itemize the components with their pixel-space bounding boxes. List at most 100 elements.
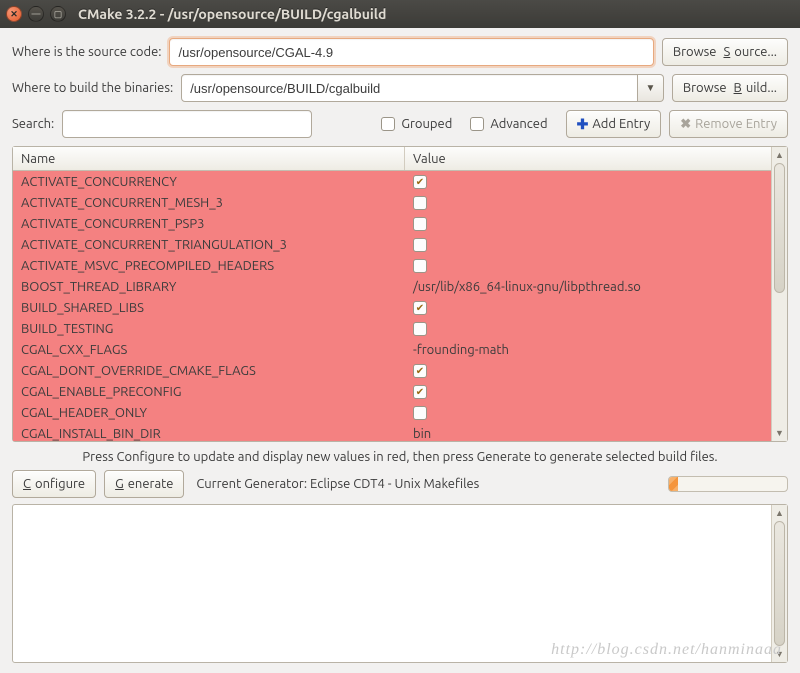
value-checkbox[interactable] [413, 322, 427, 336]
col-value-header[interactable]: Value [405, 147, 771, 170]
cell-name: CGAL_HEADER_ONLY [13, 406, 405, 420]
search-input[interactable] [62, 110, 312, 138]
cell-name: ACTIVATE_CONCURRENT_MESH_3 [13, 196, 405, 210]
progress-fill [669, 477, 678, 491]
table-scrollbar[interactable]: ▲ ▼ [771, 147, 787, 441]
cell-value[interactable]: bin [405, 427, 771, 441]
cell-value[interactable] [405, 217, 771, 231]
window-maximize-button[interactable]: ▢ [50, 6, 66, 22]
table-row[interactable]: ACTIVATE_CONCURRENT_TRIANGULATION_3 [13, 234, 771, 255]
table-body: ACTIVATE_CONCURRENCY ACTIVATE_CONCURRENT_… [13, 171, 771, 441]
scroll-up-icon: ▲ [772, 505, 787, 521]
grouped-box [381, 117, 395, 131]
scroll-thumb[interactable] [774, 163, 785, 293]
build-row: Where to build the binaries: ▼ Browse Bu… [12, 74, 788, 102]
cell-name: CGAL_ENABLE_PRECONFIG [13, 385, 405, 399]
col-name-header[interactable]: Name [13, 147, 405, 170]
generate-button[interactable]: Generate [104, 470, 184, 498]
build-label: Where to build the binaries: [12, 81, 173, 95]
cell-name: BUILD_SHARED_LIBS [13, 301, 405, 315]
scroll-thumb[interactable] [774, 521, 785, 646]
cell-value[interactable] [405, 385, 771, 399]
build-path-combo[interactable]: ▼ [181, 74, 664, 102]
generator-label: Current Generator: Eclipse CDT4 - Unix M… [196, 477, 479, 491]
search-label: Search: [12, 117, 54, 131]
advanced-box [470, 117, 484, 131]
value-checkbox[interactable] [413, 385, 427, 399]
table-row[interactable]: ACTIVATE_CONCURRENT_MESH_3 [13, 192, 771, 213]
browse-source-button[interactable]: Browse Source... [662, 38, 788, 66]
cell-name: CGAL_INSTALL_BIN_DIR [13, 427, 405, 441]
scroll-down-icon: ▼ [772, 425, 787, 441]
chevron-down-icon: ▼ [645, 82, 655, 94]
cell-value[interactable] [405, 196, 771, 210]
close-icon: ✕ [10, 10, 18, 19]
source-label: Where is the source code: [12, 45, 161, 59]
hint-text: Press Configure to update and display ne… [12, 442, 788, 470]
window-minimize-button[interactable]: — [28, 6, 44, 22]
x-icon: ✖ [680, 118, 691, 131]
cell-name: ACTIVATE_MSVC_PRECOMPILED_HEADERS [13, 259, 405, 273]
maximize-icon: ▢ [54, 10, 63, 19]
cell-name: CGAL_CXX_FLAGS [13, 343, 405, 357]
table-row[interactable]: CGAL_INSTALL_BIN_DIRbin [13, 423, 771, 441]
value-checkbox[interactable] [413, 301, 427, 315]
configure-button[interactable]: Configure [12, 470, 96, 498]
window-title: CMake 3.2.2 - /usr/opensource/BUILD/cgal… [78, 6, 386, 22]
browse-build-button[interactable]: Browse Build... [672, 74, 788, 102]
cell-name: ACTIVATE_CONCURRENT_PSP3 [13, 217, 405, 231]
build-path-input[interactable] [181, 74, 638, 102]
cell-value[interactable] [405, 175, 771, 189]
value-checkbox[interactable] [413, 406, 427, 420]
grouped-label: Grouped [401, 117, 452, 131]
grouped-checkbox[interactable]: Grouped [381, 117, 452, 131]
source-row: Where is the source code: Browse Source.… [12, 38, 788, 66]
output-scrollbar[interactable]: ▲ ▼ [771, 505, 787, 662]
action-row: Configure Generate Current Generator: Ec… [12, 470, 788, 498]
toolbar-row: Search: Grouped Advanced ✚ Add Entry ✖ R… [12, 110, 788, 138]
scroll-down-icon: ▼ [772, 646, 787, 662]
cell-value[interactable] [405, 301, 771, 315]
table-row[interactable]: CGAL_HEADER_ONLY [13, 402, 771, 423]
build-path-dropdown[interactable]: ▼ [638, 74, 664, 102]
title-bar: ✕ — ▢ CMake 3.2.2 - /usr/opensource/BUIL… [0, 0, 800, 28]
table-row[interactable]: ACTIVATE_CONCURRENCY [13, 171, 771, 192]
value-checkbox[interactable] [413, 217, 427, 231]
advanced-label: Advanced [490, 117, 547, 131]
table-row[interactable]: BUILD_TESTING [13, 318, 771, 339]
minimize-icon: — [32, 10, 41, 19]
output-text[interactable] [13, 505, 771, 662]
value-checkbox[interactable] [413, 259, 427, 273]
content-area: Where is the source code: Browse Source.… [0, 28, 800, 673]
table-row[interactable]: CGAL_CXX_FLAGS-frounding-math [13, 339, 771, 360]
table-row[interactable]: ACTIVATE_MSVC_PRECOMPILED_HEADERS [13, 255, 771, 276]
source-path-input[interactable] [169, 38, 653, 66]
table-row[interactable]: BUILD_SHARED_LIBS [13, 297, 771, 318]
cell-value[interactable] [405, 322, 771, 336]
cell-value[interactable] [405, 259, 771, 273]
cell-value[interactable] [405, 364, 771, 378]
value-checkbox[interactable] [413, 364, 427, 378]
table-row[interactable]: CGAL_DONT_OVERRIDE_CMAKE_FLAGS [13, 360, 771, 381]
advanced-checkbox[interactable]: Advanced [470, 117, 547, 131]
cell-value[interactable] [405, 238, 771, 252]
add-entry-button[interactable]: ✚ Add Entry [566, 110, 662, 138]
cell-value[interactable]: /usr/lib/x86_64-linux-gnu/libpthread.so [405, 280, 771, 294]
value-checkbox[interactable] [413, 238, 427, 252]
progress-bar [668, 476, 788, 492]
remove-entry-button[interactable]: ✖ Remove Entry [669, 110, 788, 138]
cell-name: ACTIVATE_CONCURRENT_TRIANGULATION_3 [13, 238, 405, 252]
table-row[interactable]: BOOST_THREAD_LIBRARY/usr/lib/x86_64-linu… [13, 276, 771, 297]
value-checkbox[interactable] [413, 175, 427, 189]
plus-icon: ✚ [577, 117, 589, 131]
table-header: Name Value [13, 147, 771, 171]
window-close-button[interactable]: ✕ [6, 6, 22, 22]
cell-value[interactable] [405, 406, 771, 420]
cache-table: Name Value ACTIVATE_CONCURRENCYACTIVATE_… [12, 146, 788, 442]
cell-value[interactable]: -frounding-math [405, 343, 771, 357]
cell-name: ACTIVATE_CONCURRENCY [13, 175, 405, 189]
table-row[interactable]: ACTIVATE_CONCURRENT_PSP3 [13, 213, 771, 234]
scroll-up-icon: ▲ [772, 147, 787, 163]
value-checkbox[interactable] [413, 196, 427, 210]
table-row[interactable]: CGAL_ENABLE_PRECONFIG [13, 381, 771, 402]
